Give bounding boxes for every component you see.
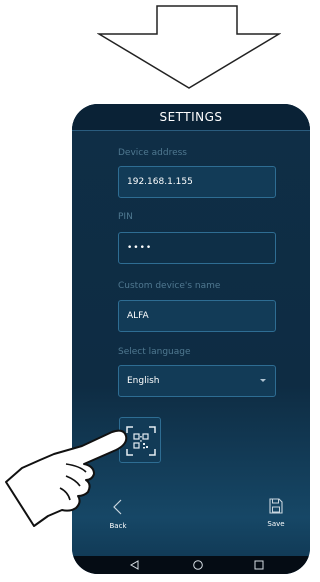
page-title: SETTINGS [159,110,223,124]
custom-name-label: Custom device's name [118,281,221,291]
dropdown-caret-icon [260,379,266,382]
pin-field[interactable]: •••• [118,232,276,264]
pointing-hand-icon [5,429,128,527]
device-address-value: 192.168.1.155 [127,177,193,187]
square-recent-icon[interactable] [254,560,264,570]
save-label: Save [267,520,285,528]
custom-name-value: ALFA [127,311,149,321]
language-label: Select language [118,347,191,357]
device-address-field[interactable]: 192.168.1.155 [118,166,276,198]
custom-name-field[interactable]: ALFA [118,300,276,332]
pin-value: •••• [127,243,153,253]
header-bar: SETTINGS [72,104,310,131]
down-arrow-icon [97,5,281,89]
device-address-label: Device address [118,148,187,158]
triangle-back-icon[interactable] [130,560,140,570]
language-select[interactable]: English [118,365,276,397]
save-button[interactable]: Save [260,498,292,528]
pin-label: PIN [118,212,133,222]
circle-home-icon[interactable] [192,560,204,572]
system-nav-bar [72,556,310,574]
language-value: English [127,376,160,386]
save-icon [269,498,283,514]
